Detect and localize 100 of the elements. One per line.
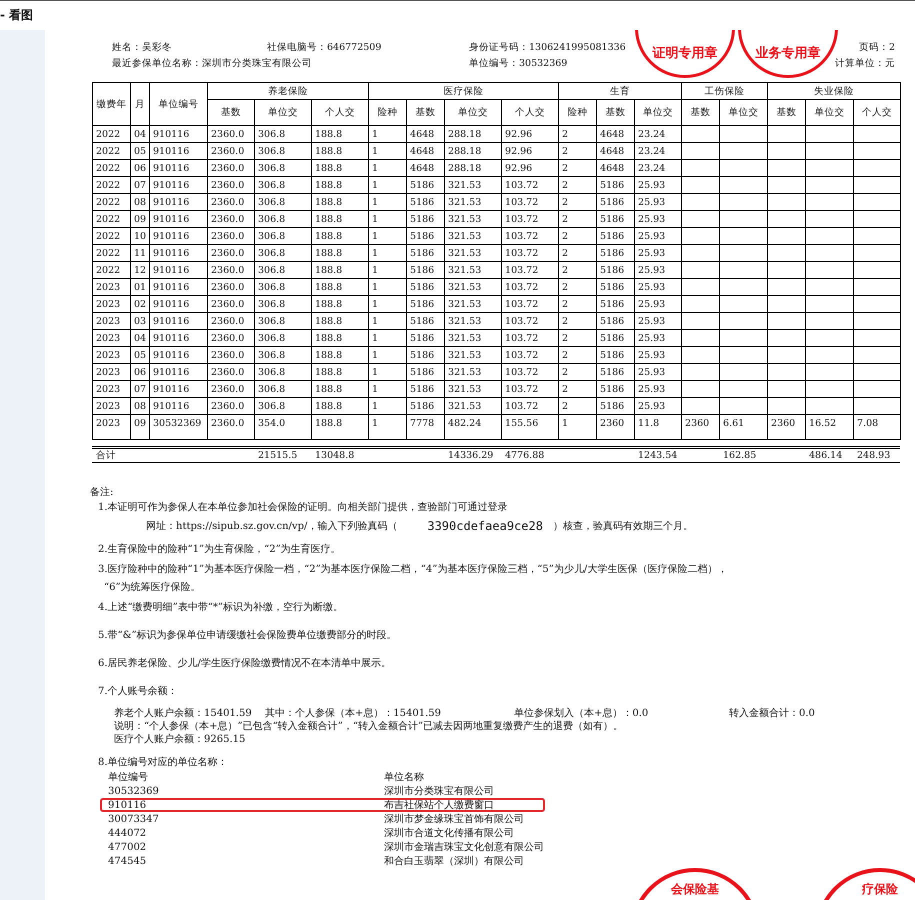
table-cell: 188.8 [312,262,369,278]
table-cell: 306.8 [254,228,312,244]
table-cell: 910116 [150,142,208,160]
table-cell: 1 [368,278,407,296]
table-cell: 2022 [92,194,130,210]
table-cell: 2 [558,364,597,380]
note-text: 3.医疗险种中的险种“1”为基本医疗保险一档，“2”为基本医疗保险二档，“4”为基本医疗保险三档，“5”为少儿/大学生医保（医疗保险二档）， [98,562,728,577]
column-header: 基数 [596,100,635,126]
table-cell: 2360.0 [208,194,254,210]
note-text: 5.带“&”标识为参保单位申请缓缴社会保险费单位缴费部分的时段。 [98,628,398,643]
table-cell: 2 [558,330,597,346]
table-cell: 2023 [92,278,130,296]
table-cell: 306.8 [254,278,312,296]
page-number: 页码：2 [858,41,895,55]
totals-value: 486.14 [805,448,853,462]
table-cell: 2023 [92,330,130,346]
table-cell: 321.53 [444,346,502,364]
table-cell: 07 [130,380,150,398]
header-field: 姓名：吴彩冬 [112,41,172,55]
totals-value: 1243.54 [634,448,681,462]
table-cell: 5186 [596,364,635,380]
table-cell: 1 [368,414,407,440]
totals-value: 4776.88 [501,448,558,462]
table-cell: 306.8 [254,142,312,160]
table-cell: 1 [368,176,407,194]
table-cell: 2 [558,296,597,312]
column-header: 单位交 [720,100,768,126]
table-cell: 103.72 [502,364,559,380]
table-cell: 306.8 [254,262,312,278]
table-cell: 306.8 [254,244,312,262]
table-cell: 25.93 [634,278,682,296]
table-cell: 188.8 [312,330,369,346]
unit-code: 30532369 [108,786,160,797]
table-cell: 2 [558,244,597,262]
column-header: 基数 [682,100,720,126]
table-cell: 5186 [596,346,635,364]
table-cell: 2022 [92,244,130,262]
unit-code: 444072 [108,828,148,839]
table-cell: 5186 [406,262,445,278]
table-cell: 910116 [150,346,208,364]
table-cell: 6.61 [720,414,768,440]
table-cell: 09 [130,414,150,440]
stamp-text: 业务专用章 [756,47,820,61]
table-cell: 306.8 [254,296,312,312]
totals-value: 21515.5 [254,448,311,462]
table-cell: 04 [130,330,150,346]
table-cell: 2360.0 [208,244,254,262]
table-cell: 5186 [596,194,635,210]
table-cell: 2 [558,228,597,244]
table-cell: 2360.0 [208,142,254,160]
column-header: 月 [130,82,150,126]
table-cell: 188.8 [312,126,369,142]
table-cell: 306.8 [254,364,312,380]
table-cell: 1 [368,142,407,160]
column-header: 单位编号 [150,82,208,126]
table-cell: 103.72 [502,312,559,330]
table-cell: 2360.0 [208,398,254,414]
note-text: “6”为统筹医疗保险。 [103,580,202,595]
table-cell: 321.53 [444,176,502,194]
table-cell: 103.72 [502,346,559,364]
table-cell: 910116 [150,364,208,380]
totals-value: 14336.29 [444,448,501,462]
table-cell: 321.53 [444,262,502,278]
table-cell: 92.96 [502,142,559,160]
table-cell: 306.8 [254,160,312,176]
table-cell: 2023 [92,312,130,330]
table-cell: 188.8 [312,176,369,194]
table-cell: 5186 [596,176,635,194]
table-cell: 25.93 [634,346,682,364]
table-cell: 08 [130,398,150,414]
table-cell: 103.72 [502,210,559,228]
table-cell: 103.72 [502,278,559,296]
header-field: 计算单位：元 [835,57,895,71]
table-cell: 306.8 [254,126,312,142]
note-text: 1.本证明可作为参保人在本单位参加社会保险的证明。向相关部门提供，查验部门可通过登录 [98,500,509,515]
table-cell: 321.53 [444,244,502,262]
table-cell: 2 [558,142,597,160]
header-field: 社保电脑号：646772509 [267,41,382,55]
table-cell: 910116 [150,228,208,244]
table-cell: 288.18 [444,142,502,160]
table-cell: 2360.0 [208,160,254,176]
table-cell: 23.24 [634,160,682,176]
group-header: 失业保险 [768,82,901,100]
unit-name: 深圳市合道文化传播有限公司 [384,828,515,839]
table-cell: 103.72 [502,330,559,346]
table-cell: 188.8 [312,398,369,414]
table-cell: 1 [368,194,407,210]
table-cell: 2 [558,262,597,278]
group-header: 工伤保险 [682,82,768,100]
table-cell: 1 [368,346,407,364]
table-cell: 188.8 [312,228,369,244]
table-cell: 910116 [150,244,208,262]
table-cell: 05 [130,346,150,364]
table-cell: 5186 [406,330,445,346]
table-cell: 1 [368,160,407,176]
table-cell: 5186 [406,312,445,330]
table-cell: 5186 [596,244,635,262]
table-cell: 910116 [150,296,208,312]
table-cell: 2023 [92,380,130,398]
table-cell: 03 [130,312,150,330]
